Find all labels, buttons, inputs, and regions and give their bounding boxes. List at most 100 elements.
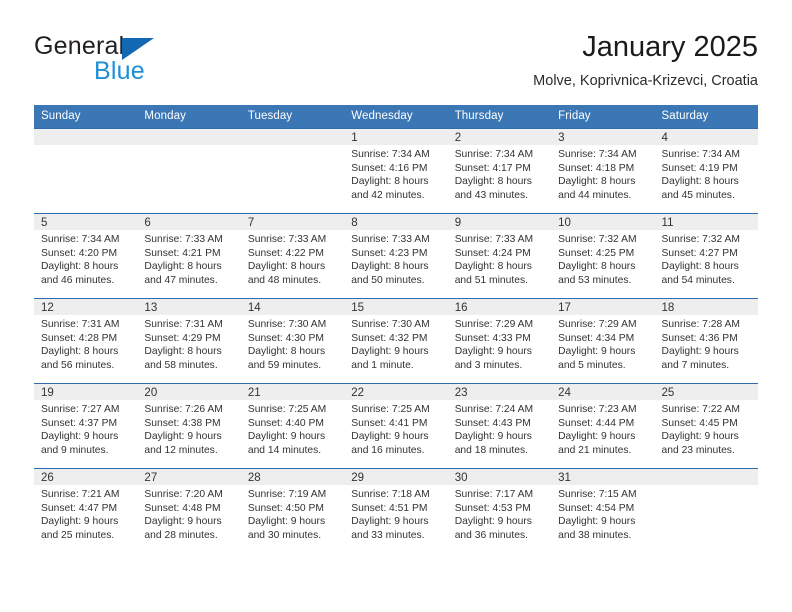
daylight-duration-line1: Daylight: 8 hours xyxy=(558,261,636,273)
sunrise-time: Sunrise: 7:34 AM xyxy=(661,149,740,160)
sunset-time: Sunset: 4:21 PM xyxy=(144,247,221,259)
daylight-duration-line2: and 9 minutes. xyxy=(41,444,109,456)
sunrise-time: Sunrise: 7:24 AM xyxy=(454,404,534,415)
day-number: 29 xyxy=(344,469,448,485)
sunset-time: Sunset: 4:53 PM xyxy=(454,502,531,514)
general-blue-logo[interactable]: General Blue xyxy=(34,30,214,92)
sunrise-time: Sunrise: 7:33 AM xyxy=(247,234,327,245)
calendar-day-cell[interactable]: 14 Sunrise: 7:30 AM Sunset: 4:30 PM Dayligh… xyxy=(240,298,345,384)
calendar-week-row: 5 Sunrise: 7:34 AM Sunset: 4:20 PM Daylight… xyxy=(34,213,758,299)
page-subtitle: Molve, Koprivnica-Krizevci, Croatia xyxy=(533,73,758,89)
calendar-day-cell[interactable]: 16 Sunrise: 7:29 AM Sunset: 4:33 PM Dayligh… xyxy=(447,298,552,384)
calendar-day-cell[interactable]: 19 Sunrise: 7:27 AM Sunset: 4:37 PM Dayligh… xyxy=(34,383,138,469)
calendar-cell-empty xyxy=(137,128,241,214)
calendar-day-cell[interactable]: 2 Sunrise: 7:34 AM Sunset: 4:17 PM Daylight… xyxy=(447,128,552,214)
day-number: 19 xyxy=(34,384,138,400)
sunrise-time: Sunrise: 7:33 AM xyxy=(351,234,430,245)
calendar-day-cell[interactable]: 26 Sunrise: 7:21 AM Sunset: 4:47 PM Dayligh… xyxy=(34,468,138,553)
page-title: January 2025 xyxy=(582,31,758,63)
calendar-day-cell[interactable]: 29 Sunrise: 7:18 AM Sunset: 4:51 PM Dayligh… xyxy=(344,468,448,553)
daylight-duration-line1: Daylight: 8 hours xyxy=(247,346,326,358)
calendar-day-cell[interactable]: 23 Sunrise: 7:24 AM Sunset: 4:43 PM Dayligh… xyxy=(447,383,552,469)
calendar-day-cell[interactable]: 9 Sunrise: 7:33 AM Sunset: 4:24 PM Daylight… xyxy=(447,213,552,299)
daylight-duration-line2: and 16 minutes. xyxy=(351,444,425,456)
sunset-time: Sunset: 4:54 PM xyxy=(558,502,635,514)
calendar-day-cell[interactable]: 20 Sunrise: 7:26 AM Sunset: 4:38 PM Dayligh… xyxy=(137,383,241,469)
day-number: 30 xyxy=(447,469,552,485)
calendar-day-cell[interactable]: 17 Sunrise: 7:29 AM Sunset: 4:34 PM Dayligh… xyxy=(551,298,655,384)
sunrise-time: Sunrise: 7:30 AM xyxy=(247,319,327,330)
calendar-day-cell[interactable]: 8 Sunrise: 7:33 AM Sunset: 4:23 PM Daylight… xyxy=(344,213,448,299)
calendar-day-cell[interactable]: 6 Sunrise: 7:33 AM Sunset: 4:21 PM Daylight… xyxy=(137,213,241,299)
calendar-day-cell[interactable]: 4 Sunrise: 7:34 AM Sunset: 4:19 PM Daylight… xyxy=(654,128,758,214)
day-number: 18 xyxy=(654,299,758,315)
day-number: 3 xyxy=(551,129,655,145)
logo-text-blue: Blue xyxy=(94,57,145,85)
calendar-day-cell[interactable]: 15 Sunrise: 7:30 AM Sunset: 4:32 PM Dayligh… xyxy=(344,298,448,384)
day-number: 9 xyxy=(447,214,552,230)
weekday-header-friday: Friday xyxy=(551,105,655,129)
daylight-duration-line1: Daylight: 9 hours xyxy=(351,516,429,528)
sunset-time: Sunset: 4:38 PM xyxy=(144,417,221,429)
calendar-day-cell[interactable]: 31 Sunrise: 7:15 AM Sunset: 4:54 PM Dayligh… xyxy=(551,468,655,553)
daylight-duration-line1: Daylight: 8 hours xyxy=(454,176,532,188)
sunrise-time: Sunrise: 7:22 AM xyxy=(661,404,740,415)
calendar-day-cell[interactable]: 18 Sunrise: 7:28 AM Sunset: 4:36 PM Dayligh… xyxy=(654,298,758,384)
day-details: Sunrise: 7:18 AM Sunset: 4:51 PM Daylight:… xyxy=(344,485,447,542)
daylight-duration-line2: and 23 minutes. xyxy=(661,444,735,456)
daylight-duration-line1: Daylight: 8 hours xyxy=(661,261,739,273)
daylight-duration-line1: Daylight: 9 hours xyxy=(558,346,636,358)
sunset-time: Sunset: 4:23 PM xyxy=(351,247,428,259)
calendar-day-cell[interactable]: 24 Sunrise: 7:23 AM Sunset: 4:44 PM Dayligh… xyxy=(551,383,655,469)
sunset-time: Sunset: 4:17 PM xyxy=(454,162,531,174)
calendar-week-row: 19 Sunrise: 7:27 AM Sunset: 4:37 PM Dayligh… xyxy=(34,383,758,469)
sunrise-time: Sunrise: 7:20 AM xyxy=(144,489,223,500)
daylight-duration-line1: Daylight: 9 hours xyxy=(351,346,429,358)
day-details: Sunrise: 7:34 AM Sunset: 4:17 PM Daylight:… xyxy=(448,145,551,202)
sunset-time: Sunset: 4:32 PM xyxy=(351,332,428,344)
daylight-duration-line2: and 14 minutes. xyxy=(247,444,322,456)
daylight-duration-line1: Daylight: 9 hours xyxy=(247,431,326,443)
day-details: Sunrise: 7:28 AM Sunset: 4:36 PM Daylight:… xyxy=(655,315,758,372)
calendar-day-cell[interactable]: 11 Sunrise: 7:32 AM Sunset: 4:27 PM Dayligh… xyxy=(654,213,758,299)
calendar-day-cell[interactable]: 3 Sunrise: 7:34 AM Sunset: 4:18 PM Daylight… xyxy=(551,128,655,214)
sunset-time: Sunset: 4:33 PM xyxy=(454,332,531,344)
day-details: Sunrise: 7:24 AM Sunset: 4:43 PM Daylight:… xyxy=(448,400,551,457)
calendar-day-cell[interactable]: 21 Sunrise: 7:25 AM Sunset: 4:40 PM Dayligh… xyxy=(240,383,345,469)
calendar-day-cell[interactable]: 22 Sunrise: 7:25 AM Sunset: 4:41 PM Dayligh… xyxy=(344,383,448,469)
calendar-day-cell[interactable]: 25 Sunrise: 7:22 AM Sunset: 4:45 PM Dayligh… xyxy=(654,383,758,469)
daylight-duration-line1: Daylight: 9 hours xyxy=(454,346,532,358)
day-details: Sunrise: 7:26 AM Sunset: 4:38 PM Daylight:… xyxy=(137,400,240,457)
day-details: Sunrise: 7:15 AM Sunset: 4:54 PM Daylight:… xyxy=(551,485,654,542)
weekday-header-sunday: Sunday xyxy=(34,105,138,129)
calendar-day-cell[interactable]: 12 Sunrise: 7:31 AM Sunset: 4:28 PM Dayligh… xyxy=(34,298,138,384)
daylight-duration-line1: Daylight: 9 hours xyxy=(661,431,739,443)
calendar-day-cell[interactable]: 10 Sunrise: 7:32 AM Sunset: 4:25 PM Dayligh… xyxy=(551,213,655,299)
day-details: Sunrise: 7:22 AM Sunset: 4:45 PM Daylight:… xyxy=(655,400,758,457)
sunset-time: Sunset: 4:20 PM xyxy=(41,247,118,259)
sunset-time: Sunset: 4:25 PM xyxy=(558,247,635,259)
sunrise-time: Sunrise: 7:25 AM xyxy=(351,404,430,415)
calendar-cell-empty xyxy=(654,468,758,553)
daylight-duration-line2: and 18 minutes. xyxy=(454,444,528,456)
calendar-day-cell[interactable]: 1 Sunrise: 7:34 AM Sunset: 4:16 PM Daylight… xyxy=(344,128,448,214)
daylight-duration-line2: and 43 minutes. xyxy=(454,189,528,201)
calendar-day-cell[interactable]: 13 Sunrise: 7:31 AM Sunset: 4:29 PM Dayligh… xyxy=(137,298,241,384)
sunrise-time: Sunrise: 7:31 AM xyxy=(144,319,223,330)
day-number: 22 xyxy=(344,384,448,400)
sunset-time: Sunset: 4:27 PM xyxy=(661,247,738,259)
day-details: Sunrise: 7:30 AM Sunset: 4:30 PM Daylight:… xyxy=(241,315,344,372)
day-number xyxy=(34,129,138,145)
daylight-duration-line1: Daylight: 9 hours xyxy=(144,516,222,528)
sunrise-time: Sunrise: 7:34 AM xyxy=(351,149,430,160)
sunrise-time: Sunrise: 7:34 AM xyxy=(558,149,637,160)
day-number: 5 xyxy=(34,214,138,230)
calendar-day-cell[interactable]: 27 Sunrise: 7:20 AM Sunset: 4:48 PM Dayligh… xyxy=(137,468,241,553)
sunrise-time: Sunrise: 7:27 AM xyxy=(41,404,120,415)
calendar-day-cell[interactable]: 5 Sunrise: 7:34 AM Sunset: 4:20 PM Daylight… xyxy=(34,213,138,299)
calendar-day-cell[interactable]: 7 Sunrise: 7:33 AM Sunset: 4:22 PM Daylight… xyxy=(240,213,345,299)
day-details: Sunrise: 7:33 AM Sunset: 4:23 PM Daylight:… xyxy=(344,230,447,287)
daylight-duration-line2: and 48 minutes. xyxy=(247,274,322,286)
calendar-day-cell[interactable]: 30 Sunrise: 7:17 AM Sunset: 4:53 PM Dayligh… xyxy=(447,468,552,553)
calendar-day-cell[interactable]: 28 Sunrise: 7:19 AM Sunset: 4:50 PM Dayligh… xyxy=(240,468,345,553)
